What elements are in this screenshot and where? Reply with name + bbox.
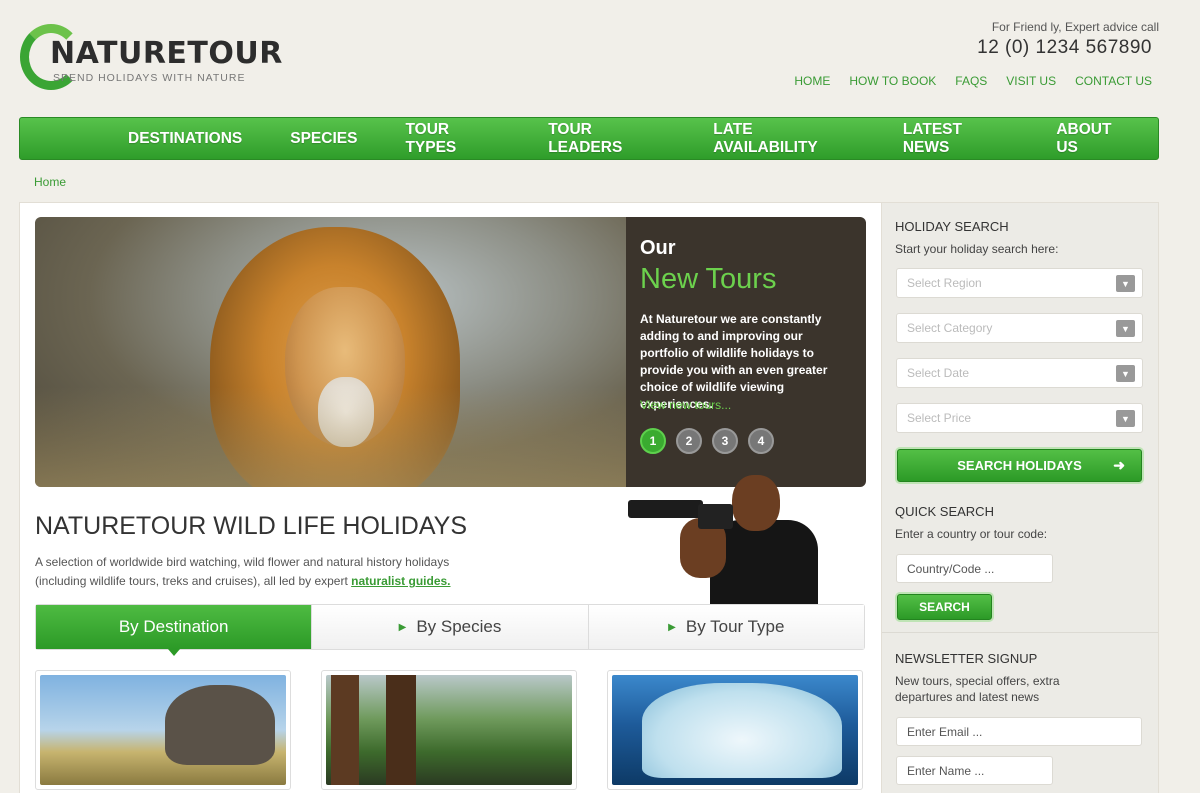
tree-trunk-2 [386, 675, 416, 785]
holiday-search-heading: HOLIDAY SEARCH [895, 219, 1009, 234]
tab-label: By Species [416, 617, 502, 636]
select-date[interactable]: Select Date ▼ [896, 358, 1143, 388]
arrow-right-icon: ▶ [668, 621, 676, 633]
breadcrumb[interactable]: Home [34, 175, 66, 189]
arrow-right-icon: ▶ [398, 621, 407, 633]
camera-body [698, 504, 733, 529]
tree-trunk-1 [331, 675, 359, 785]
country-code-input[interactable]: Country/Code ... [896, 554, 1053, 583]
destination-thumb-antarctica[interactable] [607, 670, 863, 790]
tab-by-destination[interactable]: By Destination [36, 605, 313, 656]
photographer-head [732, 475, 780, 531]
tab-label: By Destination [118, 617, 229, 636]
slider-dot-1[interactable]: 1 [640, 428, 666, 454]
top-link-contact-us[interactable]: CONTACT US [1075, 74, 1152, 88]
lion-photo [35, 217, 627, 487]
select-price[interactable]: Select Price ▼ [896, 403, 1143, 433]
newsletter-email-input[interactable]: Enter Email ... [896, 717, 1142, 746]
naturalist-guides-link[interactable]: naturalist guides. [351, 574, 450, 588]
nav-about-us[interactable]: ABOUT US [1056, 121, 1134, 157]
slider-dot-4[interactable]: 4 [748, 428, 774, 454]
tab-label: By Tour Type [685, 617, 785, 636]
main-nav: DESTINATIONS SPECIES TOUR TYPES TOUR LEA… [19, 117, 1159, 160]
chevron-down-icon: ▼ [1116, 275, 1135, 292]
select-date-label: Select Date [907, 366, 970, 380]
quick-search-heading: QUICK SEARCH [895, 504, 994, 519]
tab-by-tour-type[interactable]: ▶ By Tour Type [588, 605, 864, 649]
select-category[interactable]: Select Category ▼ [896, 313, 1143, 343]
slide-caption-panel: Our New Tours At Naturetour we are const… [626, 217, 866, 487]
nav-species[interactable]: SPECIES [290, 130, 357, 148]
destination-thumb-africa[interactable] [35, 670, 291, 790]
nav-late-availability[interactable]: LATE AVAILABILITY [713, 121, 855, 157]
grass [35, 387, 627, 487]
top-link-how-to-book[interactable]: HOW TO BOOK [849, 74, 936, 88]
logo-tagline: SPEND HOLIDAYS WITH NATURE [53, 72, 246, 84]
iceberg-photo [612, 675, 858, 785]
advice-text: For Friend ly, Expert advice call [991, 20, 1159, 34]
select-price-label: Select Price [907, 411, 972, 425]
select-region-label: Select Region [907, 276, 982, 290]
top-links: HOME HOW TO BOOK FAQS VISIT US CONTACT U… [794, 74, 1152, 88]
photographer-image [628, 470, 818, 605]
slider-dot-2[interactable]: 2 [676, 428, 702, 454]
holiday-search-intro: Start your holiday search here: [895, 242, 1059, 256]
logo[interactable]: NATURETOUR SPEND HOLIDAYS WITH NATURE [20, 24, 283, 94]
iceberg [642, 683, 842, 778]
top-link-visit-us[interactable]: VISIT US [1006, 74, 1056, 88]
nav-destinations[interactable]: DESTINATIONS [128, 130, 242, 148]
newsletter-intro: New tours, special offers, extra departu… [895, 674, 1060, 704]
newsletter-name-input[interactable]: Enter Name ... [896, 756, 1053, 785]
tab-by-species[interactable]: ▶ By Species [312, 605, 589, 649]
search-holidays-button[interactable]: SEARCH HOLIDAYS ➜ [897, 449, 1142, 482]
phone-number: 12 (0) 1234 567890 [977, 37, 1152, 58]
holidays-description: A selection of worldwide bird watching, … [35, 553, 485, 591]
nav-tour-leaders[interactable]: TOUR LEADERS [548, 121, 665, 157]
nav-latest-news[interactable]: LATEST NEWS [903, 121, 1008, 157]
logo-name: NATURETOUR [50, 36, 283, 71]
newsletter-heading: NEWSLETTER SIGNUP [895, 651, 1038, 666]
holidays-title: NATURETOUR WILD LIFE HOLIDAYS [35, 512, 468, 540]
chevron-down-icon: ▼ [1116, 320, 1135, 337]
nav-tour-types[interactable]: TOUR TYPES [405, 121, 500, 157]
top-link-home[interactable]: HOME [794, 74, 830, 88]
search-holidays-label: SEARCH HOLIDAYS [957, 458, 1082, 473]
holiday-tabs: By Destination ▶ By Species ▶ By Tour Ty… [35, 604, 865, 656]
quick-search-button[interactable]: SEARCH [897, 594, 992, 620]
arrow-right-icon: ➜ [1113, 457, 1125, 473]
sidebar-divider [882, 632, 1158, 633]
elephant-photo [40, 675, 286, 785]
chevron-down-icon: ▼ [1116, 365, 1135, 382]
elephant [165, 685, 275, 765]
quick-search-intro: Enter a country or tour code: [895, 527, 1048, 541]
select-region[interactable]: Select Region ▼ [896, 268, 1143, 298]
top-link-faqs[interactable]: FAQS [955, 74, 987, 88]
destination-thumb-forest[interactable] [321, 670, 577, 790]
hero-slider: Our New Tours At Naturetour we are const… [35, 217, 866, 487]
select-category-label: Select Category [907, 321, 993, 335]
forest-photo [326, 675, 572, 785]
slider-dot-3[interactable]: 3 [712, 428, 738, 454]
camera-lens [628, 500, 703, 518]
slider-pagination: 1 2 3 4 [640, 428, 774, 454]
view-new-tours-link[interactable]: View new tours... [640, 398, 731, 412]
photographer-body [710, 520, 818, 605]
slide-heading-small: Our [640, 237, 676, 259]
chevron-down-icon: ▼ [1116, 410, 1135, 427]
slide-heading-large: New Tours [640, 263, 777, 295]
